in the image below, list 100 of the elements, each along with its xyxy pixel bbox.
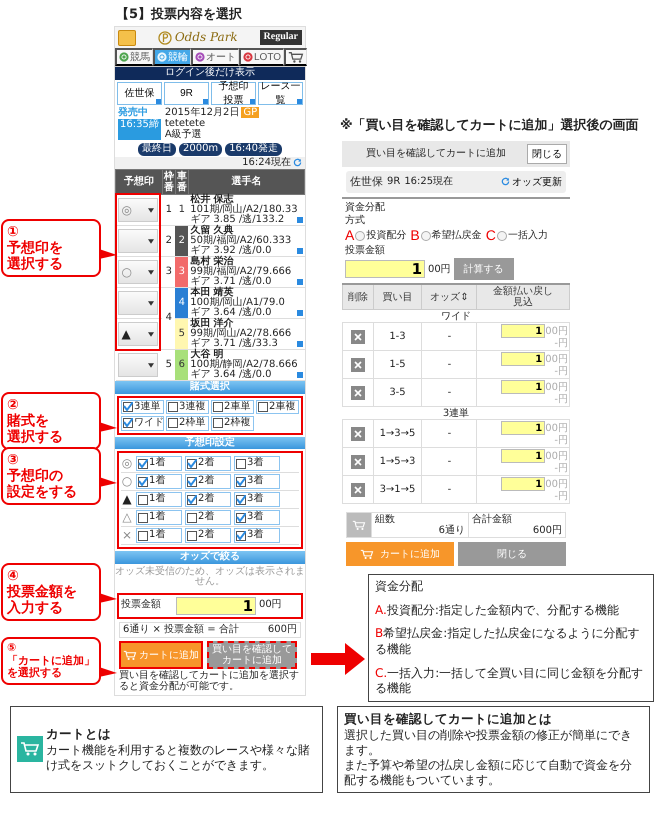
nav-tab[interactable] xyxy=(284,48,308,66)
checkbox[interactable] xyxy=(138,476,148,486)
car-number: 3 xyxy=(175,256,188,288)
checkbox-label: 3着 xyxy=(247,476,264,487)
callout-text: 賭式を xyxy=(7,412,49,429)
mark-symbol: △ xyxy=(121,511,133,524)
amount-field[interactable]: 1 xyxy=(501,352,546,366)
checkbox-label: 3着 xyxy=(247,458,264,469)
checkbox[interactable] xyxy=(168,402,178,412)
checkbox[interactable] xyxy=(123,402,133,412)
column-header: 選手名 xyxy=(188,170,304,194)
race-button[interactable]: 佐世保 xyxy=(117,82,162,104)
checkbox-label: 3連複 xyxy=(179,402,206,412)
unit-label: 00円 xyxy=(545,354,568,365)
amount-field[interactable]: 1 xyxy=(345,260,425,278)
section-bar: オッズで絞る xyxy=(115,551,305,564)
checkbox[interactable] xyxy=(168,418,178,428)
nav-tab[interactable]: オート xyxy=(191,48,239,66)
rider-name: 本田 靖英 xyxy=(190,288,234,298)
group-header: 3連単 xyxy=(342,406,570,420)
checkbox[interactable] xyxy=(236,530,246,540)
total-value: 600円 xyxy=(268,624,297,635)
link-icon[interactable] xyxy=(296,341,302,347)
race-button[interactable]: 予想印 投票 xyxy=(211,82,256,104)
note-text: 買い目を確認してカートに追加を選択すると資金分配が可能です。 xyxy=(119,671,300,692)
mark-select[interactable]: ▲ xyxy=(118,322,158,346)
nav-tab[interactable]: LOTO xyxy=(239,48,284,66)
checkbox[interactable] xyxy=(213,402,223,412)
amount-label: 投票金額 xyxy=(345,245,386,256)
cart-icon xyxy=(123,650,137,660)
link-icon[interactable] xyxy=(296,310,302,316)
checkbox[interactable] xyxy=(138,530,148,540)
radio-button[interactable] xyxy=(355,230,366,241)
option-letter: C xyxy=(486,228,496,244)
count-label: 組数 xyxy=(375,514,396,526)
checkbox-label: 2着 xyxy=(198,458,214,469)
screen-caption: ※「買い目を確認してカートに追加」選択後の画面 xyxy=(340,118,640,135)
race-button[interactable]: レース一覧 xyxy=(258,82,303,104)
callout-number: ① xyxy=(7,224,19,240)
rider-name: 大谷 明 xyxy=(190,350,224,360)
amount-field[interactable]: 1 xyxy=(501,421,546,436)
radio-button[interactable] xyxy=(420,230,431,241)
checkbox[interactable] xyxy=(138,512,148,522)
explanation-title: 資金分配 xyxy=(375,579,424,595)
nav-tab[interactable]: 競馬 xyxy=(115,48,153,66)
link-icon[interactable] xyxy=(296,279,302,285)
column-header: 見込 xyxy=(512,297,534,308)
caret-icon xyxy=(148,332,154,336)
race-tag: 16:40発走 xyxy=(225,143,282,156)
refresh-icon xyxy=(501,177,510,186)
option-letter: A xyxy=(345,228,354,244)
total-value: 600円 xyxy=(532,525,562,536)
unit-label: 00円 xyxy=(545,326,568,337)
column-header: 金額払い戻し xyxy=(492,286,554,298)
race-button[interactable]: 9R xyxy=(164,82,209,104)
checkbox[interactable] xyxy=(138,458,148,468)
checkbox[interactable] xyxy=(187,494,197,504)
checkbox[interactable] xyxy=(236,512,246,522)
odds-refresh-link[interactable]: オッズ更新 xyxy=(501,174,562,189)
column-header: 車番 xyxy=(175,170,188,194)
cart-icon xyxy=(288,50,304,64)
radio-button[interactable] xyxy=(496,230,507,241)
checkbox-label: 3着 xyxy=(247,494,264,505)
checkbox[interactable] xyxy=(138,494,148,504)
checkbox[interactable] xyxy=(236,494,246,504)
link-icon[interactable] xyxy=(296,372,302,378)
checkbox[interactable] xyxy=(213,418,223,428)
explanation-text: A.投資配分:指定した金額内で、分配する機能 xyxy=(375,602,619,618)
amount-field[interactable]: 1 xyxy=(501,324,546,338)
close-button[interactable]: 閉じる xyxy=(527,144,567,164)
caret-icon xyxy=(148,362,154,368)
explanation-text: C.一括入力:一括して全買い目に同じ金額を分配する機能 xyxy=(375,666,644,697)
race-date: 2015年12月2日 xyxy=(164,106,240,118)
checkbox[interactable] xyxy=(187,530,197,540)
amount-field[interactable]: 1 xyxy=(501,380,546,394)
rider-profile: 99期/福岡/A2/79.666 xyxy=(190,267,292,277)
amount-field[interactable]: 1 xyxy=(501,477,546,492)
checkbox[interactable] xyxy=(258,402,268,412)
callout-number: ③ xyxy=(7,452,19,468)
link-icon[interactable] xyxy=(296,248,302,254)
info-text: また予算や希望の払戻し金額に応じて自動で資金を分配する機能もついています。 xyxy=(344,758,633,788)
link-icon[interactable] xyxy=(296,217,302,223)
checkbox[interactable] xyxy=(187,458,197,468)
checkbox-label: 3連単 xyxy=(134,402,160,412)
menu-icon[interactable] xyxy=(118,30,136,46)
section-bar: 予想印設定 xyxy=(115,436,305,449)
page-title: 【5】投票内容を選択 xyxy=(116,6,244,23)
checkbox[interactable] xyxy=(236,458,246,468)
checkbox-label: 1着 xyxy=(149,512,166,523)
checkbox[interactable] xyxy=(187,512,197,522)
checkbox[interactable] xyxy=(236,476,246,486)
amount-field[interactable]: 1 xyxy=(501,449,546,464)
caret-icon xyxy=(148,208,154,212)
unit-label: 00円 xyxy=(545,450,568,462)
checkbox-label: 2車複 xyxy=(269,402,296,412)
checkbox[interactable] xyxy=(123,418,133,428)
rider-gear: ギア 3.85 /逃/133.2 xyxy=(190,215,284,225)
amount-field[interactable]: 1 xyxy=(176,596,256,614)
checkbox[interactable] xyxy=(187,476,197,486)
cart-icon xyxy=(352,520,366,531)
